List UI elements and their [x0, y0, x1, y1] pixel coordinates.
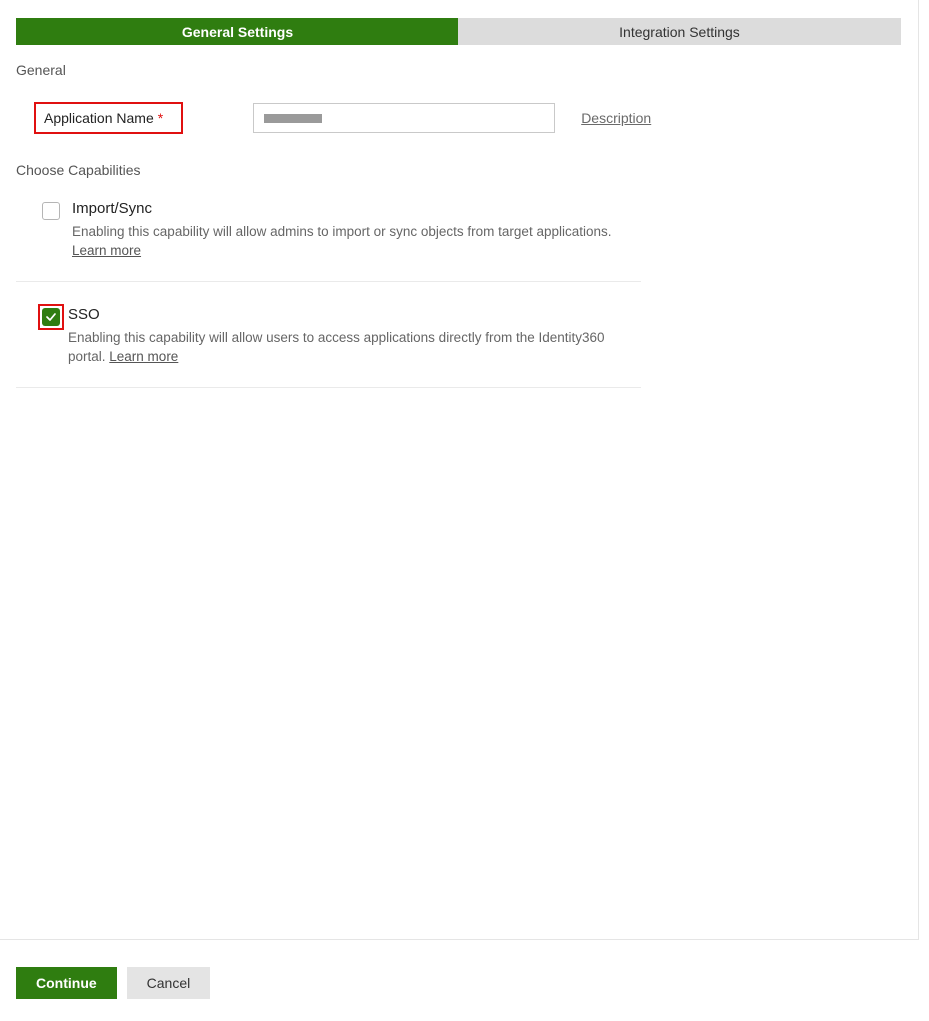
- right-border-line: [918, 0, 919, 940]
- required-asterisk: *: [158, 110, 163, 126]
- continue-button[interactable]: Continue: [16, 967, 117, 999]
- capability-title: SSO: [68, 306, 641, 323]
- cancel-button[interactable]: Cancel: [127, 967, 211, 999]
- choose-capabilities-title: Choose Capabilities: [16, 162, 901, 178]
- tab-label: General Settings: [182, 24, 293, 40]
- application-name-input[interactable]: [253, 103, 555, 133]
- footer-separator: [0, 939, 919, 940]
- capability-title: Import/Sync: [72, 200, 641, 217]
- capability-description: Enabling this capability will allow admi…: [72, 223, 641, 261]
- input-placeholder-bar: [264, 114, 322, 123]
- footer-buttons: Continue Cancel: [16, 967, 210, 999]
- tab-integration-settings[interactable]: Integration Settings: [458, 18, 901, 45]
- tabs-stepper: General Settings Integration Settings: [16, 18, 901, 45]
- section-general-title: General: [16, 62, 901, 78]
- application-name-label-box: Application Name *: [34, 102, 183, 134]
- content-area: General Application Name * Description C…: [16, 58, 901, 412]
- capability-import-sync: Import/Sync Enabling this capability wil…: [16, 200, 641, 282]
- tab-general-settings[interactable]: General Settings: [16, 18, 459, 45]
- learn-more-link[interactable]: Learn more: [72, 243, 141, 258]
- tab-label: Integration Settings: [619, 24, 740, 40]
- description-link[interactable]: Description: [581, 110, 651, 126]
- capability-sso: SSO Enabling this capability will allow …: [16, 306, 641, 388]
- checkbox-sso-highlight[interactable]: [38, 304, 64, 330]
- capability-description: Enabling this capability will allow user…: [68, 329, 641, 367]
- checkbox-sso-inner: [42, 308, 60, 326]
- learn-more-link[interactable]: Learn more: [109, 349, 178, 364]
- check-icon: [45, 311, 57, 323]
- application-name-row: Application Name * Description: [16, 102, 901, 134]
- application-name-label: Application Name: [44, 110, 154, 126]
- checkbox-import-sync[interactable]: [42, 202, 60, 220]
